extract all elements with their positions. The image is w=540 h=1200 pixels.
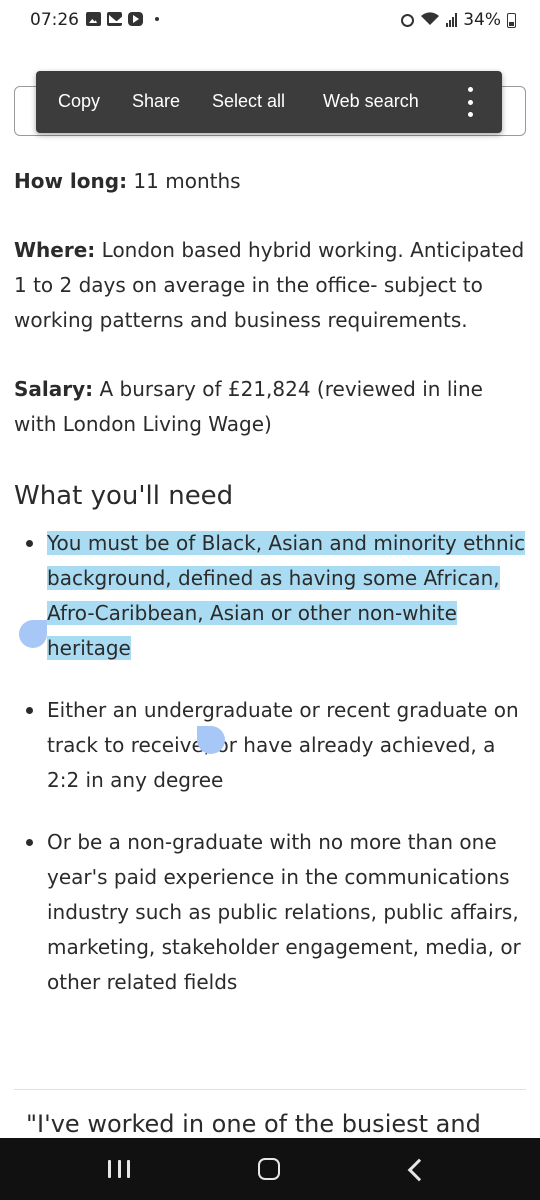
list-item: Or be a non-graduate with no more than o… — [14, 825, 526, 1000]
gallery-icon — [86, 12, 101, 26]
how-long-value: 11 months — [127, 169, 241, 193]
recents-icon[interactable] — [108, 1160, 130, 1178]
where-label: Where: — [14, 238, 96, 262]
selection-end-handle[interactable] — [197, 726, 225, 754]
list-item: Either an undergraduate or recent gradua… — [14, 693, 526, 798]
back-icon[interactable] — [407, 1158, 431, 1182]
how-long-label: How long: — [14, 169, 128, 193]
navigation-bar — [0, 1138, 540, 1200]
copy-button[interactable]: Copy — [58, 91, 100, 112]
testimonial-quote: "I've worked in one of the busiest and — [26, 1110, 481, 1138]
select-all-button[interactable]: Select all — [212, 91, 285, 112]
status-bar: 07:26 34% — [0, 0, 540, 44]
where-row: Where: London based hybrid working. Anti… — [14, 233, 526, 338]
signal-icon — [446, 13, 458, 27]
system-icons: 34% — [401, 10, 516, 30]
how-long-row: How long: 11 months — [14, 164, 526, 199]
more-notifications-dot-icon — [155, 17, 159, 21]
selection-start-handle[interactable] — [19, 620, 47, 648]
text-selection-menu: Copy Share Select all Web search — [36, 71, 502, 133]
needs-heading: What you'll need — [14, 481, 234, 511]
status-time: 07:26 — [30, 10, 79, 30]
youtube-icon — [128, 12, 143, 26]
wifi-icon — [420, 11, 440, 30]
divider — [14, 1089, 526, 1090]
web-search-button[interactable]: Web search — [323, 91, 419, 112]
battery-icon — [507, 12, 516, 28]
mail-icon — [107, 12, 122, 26]
selected-text[interactable]: You must be of Black, Asian and minority… — [47, 531, 526, 660]
battery-percent: 34% — [463, 10, 501, 30]
job-details: How long: 11 months Where: London based … — [14, 164, 526, 1027]
salary-row: Salary: A bursary of £21,824 (reviewed i… — [14, 372, 526, 442]
alarm-icon — [401, 13, 415, 27]
home-icon[interactable] — [258, 1158, 280, 1180]
salary-label: Salary: — [14, 377, 94, 401]
notification-icons — [86, 12, 159, 26]
share-button[interactable]: Share — [132, 91, 180, 112]
list-item: You must be of Black, Asian and minority… — [14, 526, 526, 666]
more-options-icon[interactable] — [462, 87, 478, 117]
needs-list: You must be of Black, Asian and minority… — [14, 526, 526, 1000]
